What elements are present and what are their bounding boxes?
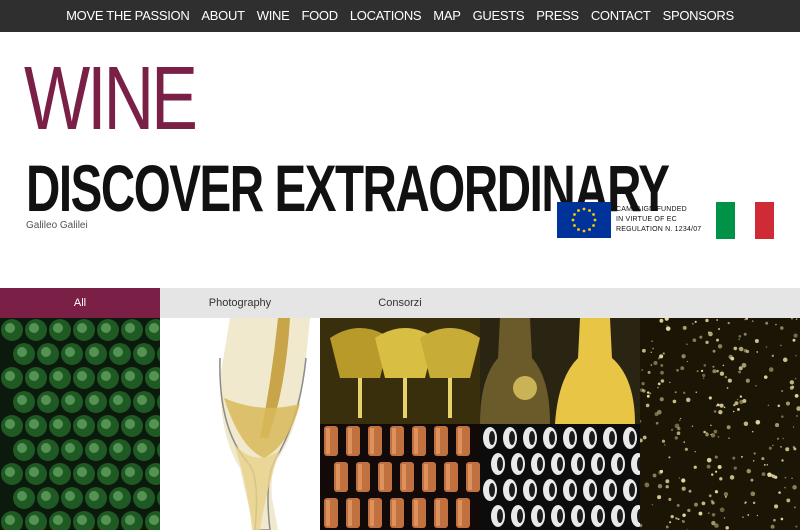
campaign-line-1: CAMPAIGN FUNDED (616, 206, 687, 213)
gallery-tile-bottle-necks[interactable] (480, 318, 640, 424)
bottle-rack-image (483, 427, 640, 527)
hero-section: WINE DISCOVER EXTRAORDINARY Galileo Gali… (0, 32, 800, 288)
eu-campaign-badge: CAMPAIGN FUNDED IN VIRTUE OF EC REGULATI… (557, 202, 701, 238)
gallery-filter-tabs: All Photography Consorzi (0, 288, 800, 318)
photo-credit: Galileo Galilei (26, 220, 88, 231)
gallery-tile-bubbles[interactable] (640, 318, 800, 530)
eu-flag-icon (557, 202, 611, 238)
glasses-image (320, 318, 480, 424)
green-bottles-image (1, 319, 160, 530)
campaign-line-2: IN VIRTUE OF EC (616, 216, 677, 223)
italy-flag-green (716, 202, 736, 239)
nav-item-contact[interactable]: CONTACT (585, 0, 657, 32)
tab-consorzi[interactable]: Consorzi (320, 288, 480, 318)
nav-item-map[interactable]: MAP (427, 0, 466, 32)
nav-item-locations[interactable]: LOCATIONS (344, 0, 427, 32)
campaign-text: CAMPAIGN FUNDED IN VIRTUE OF EC REGULATI… (616, 205, 701, 235)
nav-item-guests[interactable]: GUESTS (467, 0, 531, 32)
italy-flag-icon (716, 202, 774, 239)
italy-flag-red (754, 202, 774, 239)
nav-item-sponsors[interactable]: SPONSORS (657, 0, 740, 32)
gallery-tile-green-bottles[interactable] (0, 318, 160, 530)
gallery-tile-glasses[interactable] (320, 318, 480, 424)
italy-flag-white (735, 202, 755, 239)
campaign-line-3: REGULATION N. 1234/07 (616, 226, 702, 233)
nav-item-press[interactable]: PRESS (530, 0, 585, 32)
photo-gallery (0, 318, 800, 530)
nav-item-food[interactable]: FOOD (295, 0, 343, 32)
gallery-tile-wine-glass[interactable] (160, 318, 320, 530)
nav-items: MOVE THE PASSION ABOUT WINE FOOD LOCATIO… (60, 0, 740, 32)
bottle-necks-image (480, 318, 640, 424)
nav-item-move-the-passion[interactable]: MOVE THE PASSION (60, 0, 195, 32)
nav-item-wine[interactable]: WINE (251, 0, 296, 32)
page-title: WINE (24, 49, 198, 149)
top-navigation: MOVE THE PASSION ABOUT WINE FOOD LOCATIO… (0, 0, 800, 32)
eu-stars-icon (571, 207, 597, 233)
wine-glass-image (219, 318, 310, 530)
gallery-tile-bottle-caps[interactable] (320, 424, 480, 530)
gallery-tile-bottle-rack[interactable] (480, 424, 640, 530)
tab-all[interactable]: All (0, 288, 160, 318)
nav-item-about[interactable]: ABOUT (195, 0, 250, 32)
bubbles-image (640, 318, 800, 530)
bottle-caps-image (324, 426, 480, 528)
tab-photography[interactable]: Photography (160, 288, 320, 318)
